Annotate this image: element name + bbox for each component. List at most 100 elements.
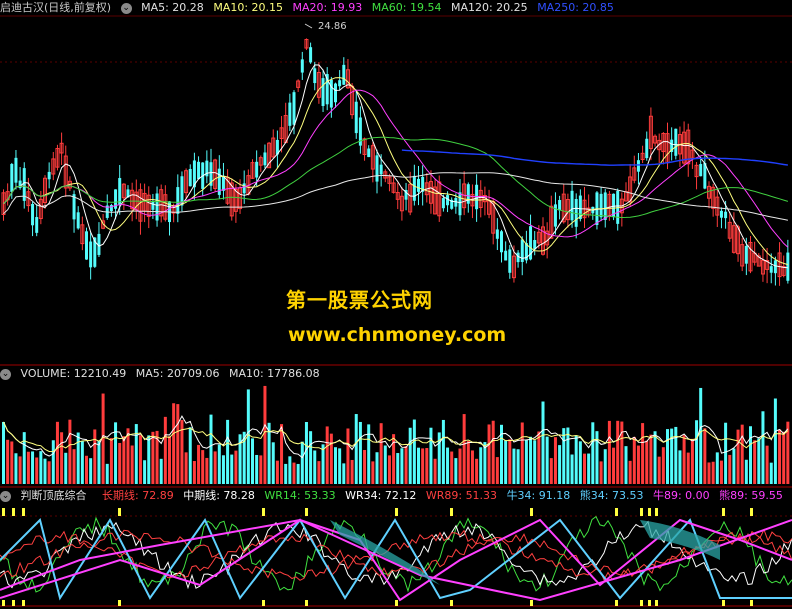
volume-bar — [350, 459, 354, 484]
volume-bar — [620, 421, 624, 484]
signal-marker — [305, 508, 308, 516]
volume-bar — [628, 460, 632, 484]
candle-body — [338, 80, 342, 87]
signal-marker — [262, 508, 265, 516]
volume-bar — [64, 452, 68, 484]
candle-body — [288, 102, 292, 126]
signal-marker — [450, 508, 453, 516]
volume-bar — [329, 433, 333, 484]
volume-bar — [55, 421, 59, 484]
volume-bar — [201, 450, 205, 484]
volume-bar — [159, 458, 163, 484]
volume-bar — [147, 435, 151, 484]
volume-bar — [168, 436, 171, 484]
signal-marker — [450, 600, 453, 606]
high-marker-pointer — [304, 23, 313, 29]
volume-bar — [230, 454, 234, 484]
volume-bar — [6, 439, 10, 484]
candlestick-series — [1, 23, 790, 286]
volume-bar — [674, 426, 678, 484]
volume-bar — [429, 427, 433, 484]
volume-bar — [259, 455, 263, 484]
candle-body — [14, 157, 18, 183]
volume-bar — [778, 429, 782, 484]
volume-bar — [354, 414, 358, 484]
signal-marker — [12, 508, 15, 516]
volume-bar — [18, 456, 22, 484]
volume-bar — [653, 431, 657, 484]
volume-bar — [72, 449, 76, 484]
candle-body — [724, 211, 728, 219]
candle-body — [255, 161, 259, 178]
volume-bar — [10, 441, 14, 484]
candle-body — [300, 59, 304, 73]
volume-bar — [562, 428, 566, 484]
volume-bar — [35, 457, 39, 484]
volume-bar — [334, 447, 337, 484]
candle-body — [375, 155, 379, 182]
candle-body — [31, 203, 35, 226]
volume-bar — [383, 445, 387, 484]
volume-bar — [690, 438, 694, 484]
candle-body — [329, 79, 333, 108]
volume-bar — [304, 422, 308, 484]
volume-bar — [60, 432, 64, 484]
volume-bars — [2, 385, 790, 484]
volume-bar — [280, 424, 284, 484]
volume-bar — [89, 458, 93, 484]
volume-bar — [234, 450, 238, 484]
candle-body — [674, 128, 678, 156]
volume-bar — [661, 447, 665, 484]
volume-bar — [773, 398, 777, 484]
candle-body — [773, 260, 777, 274]
signal-marker — [648, 600, 651, 606]
volume-bar — [724, 422, 728, 484]
candle-body — [89, 241, 93, 268]
volume-bar — [338, 448, 342, 484]
volume-bar — [553, 437, 557, 484]
high-price-label: 24.86 — [318, 21, 347, 32]
volume-bar — [172, 403, 176, 484]
candle-body — [500, 231, 503, 253]
candle-body — [558, 200, 562, 211]
watermark-title: 第一股票公式网 — [286, 288, 433, 312]
volume-bar — [462, 414, 466, 484]
volume-bar — [363, 450, 367, 484]
volume-bar — [317, 461, 321, 484]
candle-body — [458, 192, 462, 216]
volume-bar — [591, 422, 595, 484]
candle-body — [744, 245, 748, 264]
volume-bar — [417, 447, 420, 484]
volume-bar — [85, 455, 88, 484]
volume-bar — [641, 423, 645, 484]
volume-bar — [97, 440, 101, 484]
volume-bar — [375, 452, 379, 484]
ma5-line — [3, 64, 788, 269]
signal-marker — [750, 600, 753, 606]
ma250-line — [401, 149, 788, 166]
volume-bar — [765, 445, 769, 484]
volume-bar — [466, 440, 470, 484]
volume-bar — [636, 445, 640, 484]
volume-bar — [470, 450, 474, 484]
candle-body — [180, 176, 184, 206]
candle-body — [379, 164, 383, 175]
candle-body — [197, 161, 201, 180]
candle-body — [786, 252, 790, 281]
volume-bar — [479, 447, 483, 484]
candle-body — [570, 190, 574, 221]
signal-marker — [2, 600, 5, 606]
signal-marker — [750, 508, 753, 516]
signal-marker — [530, 508, 533, 516]
volume-bar — [574, 435, 578, 484]
volume-bar — [197, 444, 201, 484]
volume-bar — [39, 451, 43, 484]
signal-marker — [615, 600, 618, 606]
signal-marker — [722, 600, 725, 606]
candle-body — [155, 193, 159, 221]
volume-bar — [699, 387, 703, 484]
volume-bar — [205, 457, 209, 484]
signal-marker — [118, 600, 121, 606]
candle-body — [645, 138, 649, 159]
candle-body — [417, 178, 420, 192]
